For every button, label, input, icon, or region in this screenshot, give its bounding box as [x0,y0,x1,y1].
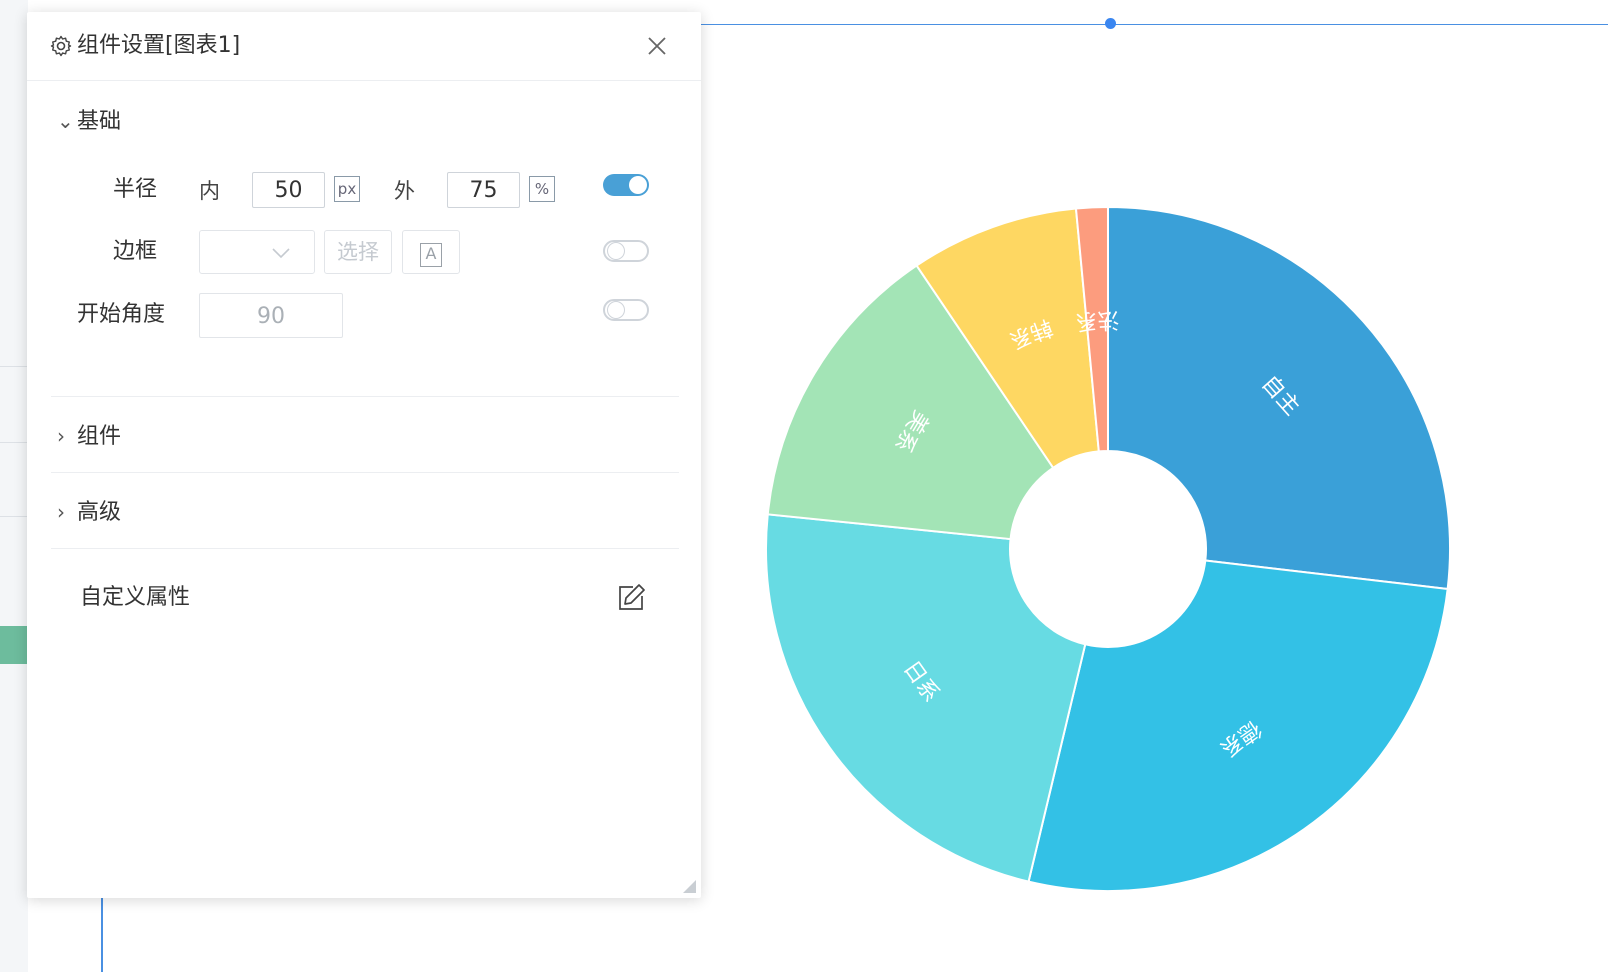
chevron-right-icon: › [57,500,65,524]
section-advanced-label: 高级 [77,500,122,525]
outer-radius-input[interactable]: 75 [447,172,520,208]
toggle-knob [607,301,625,319]
resize-handle-icon[interactable] [679,876,697,894]
start-angle-toggle[interactable] [603,299,649,321]
custom-attributes-label: 自定义属性 [80,585,191,610]
inner-radius-unit[interactable]: px [334,176,360,202]
radius-toggle[interactable] [603,174,649,196]
section-basic[interactable]: ⌄ 基础 [57,107,121,136]
section-divider [51,396,679,397]
toggle-knob [629,176,647,194]
panel-title: 组件设置[图表1] [77,33,241,58]
outer-radius-unit[interactable]: % [529,176,555,202]
border-toggle[interactable] [603,240,649,262]
section-component[interactable]: › 组件 [57,422,121,451]
chevron-down-icon [272,248,290,259]
chevron-right-icon: › [57,424,65,448]
section-advanced[interactable]: › 高级 [57,498,121,527]
inner-radius-label: 内 [199,179,220,203]
font-button[interactable]: A [402,230,460,274]
radius-label: 半径 [113,177,158,202]
inner-radius-input[interactable]: 50 [252,172,325,208]
border-select-button[interactable]: 选择 [324,230,392,274]
section-component-label: 组件 [77,424,122,449]
font-icon: A [420,243,442,267]
section-basic-label: 基础 [77,109,122,134]
start-angle-input[interactable]: 90 [199,293,343,338]
outer-radius-label: 外 [394,179,415,203]
section-divider [51,548,679,549]
component-settings-panel: 组件设置[图表1] ⌄ 基础 半径 内 50 px 外 75 % 边框 选择 A … [27,12,701,898]
toggle-knob [607,242,625,260]
pie-slice-label: 法系 [1075,306,1120,333]
chevron-down-icon: ⌄ [57,109,74,133]
start-angle-label: 开始角度 [77,302,166,327]
section-divider [51,472,679,473]
edit-icon[interactable] [617,582,647,612]
border-style-select[interactable] [199,230,315,274]
border-label: 边框 [113,239,158,264]
panel-header: 组件设置[图表1] [27,12,701,81]
close-icon[interactable] [645,34,669,58]
gear-icon [50,35,72,57]
